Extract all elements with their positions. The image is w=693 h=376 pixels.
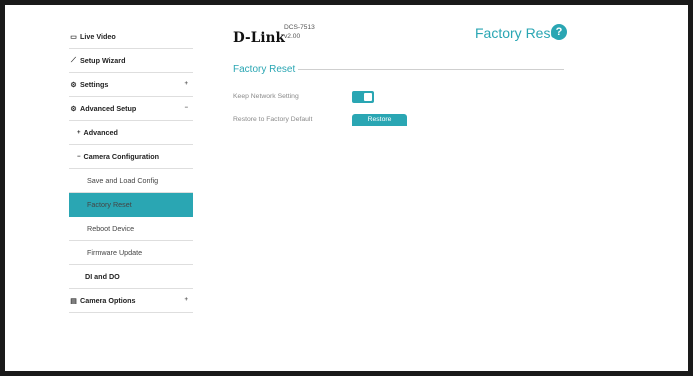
dlink-logo: D-Link	[233, 30, 285, 46]
model-name: DCS-7513	[284, 24, 315, 31]
keep-network-toggle[interactable]	[352, 91, 374, 103]
model-info: DCS-7513 v2.00	[284, 24, 315, 41]
collapse-icon[interactable]: −	[184, 105, 188, 111]
sidebar-item-live-video[interactable]: ▭ Live Video	[69, 25, 193, 49]
section-divider	[293, 69, 564, 70]
window-frame: ▭ Live Video ⟋ Setup Wizard ⚙ Settings +…	[0, 0, 693, 376]
collapse-icon: −	[77, 153, 81, 160]
sidebar-item-advanced-setup[interactable]: ⚙ Advanced Setup −	[69, 97, 193, 121]
sidebar-item-firmware-update[interactable]: Firmware Update	[69, 241, 193, 265]
sidebar-item-label: Firmware Update	[87, 248, 143, 257]
sidebar-item-save-load-config[interactable]: Save and Load Config	[69, 169, 193, 193]
sidebar-item-label: Save and Load Config	[87, 176, 159, 185]
sidebar-item-label: Camera Configuration	[83, 152, 159, 161]
expand-icon[interactable]: +	[184, 297, 188, 303]
sidebar-item-label: Setup Wizard	[80, 56, 126, 65]
sidebar-item-label: Reboot Device	[87, 224, 135, 233]
sidebar-item-advanced[interactable]: + Advanced	[69, 121, 193, 145]
gear-icon: ⚙	[70, 81, 77, 89]
firmware-version: v2.00	[284, 32, 301, 40]
section-title: Factory Reset	[233, 64, 299, 75]
sidebar-item-settings[interactable]: ⚙ Settings +	[69, 73, 193, 97]
sidebar-item-label: Factory Reset	[87, 200, 132, 209]
sidebar-item-label: DI and DO	[85, 272, 120, 281]
keep-network-label: Keep Network Setting	[233, 93, 299, 100]
sidebar-item-setup-wizard[interactable]: ⟋ Setup Wizard	[69, 49, 193, 73]
advanced-gear-icon: ⚙	[70, 105, 77, 113]
sidebar-item-label: Advanced	[83, 128, 118, 137]
restore-button[interactable]: Restore	[352, 114, 407, 126]
sidebar-item-di-do[interactable]: DI and DO	[69, 265, 193, 289]
expand-icon: +	[77, 129, 81, 136]
sidebar-item-camera-configuration[interactable]: − Camera Configuration	[69, 145, 193, 169]
restore-default-label: Restore to Factory Default	[233, 116, 313, 123]
page-title: Factory Reset	[475, 25, 563, 41]
sidebar-item-label: Settings	[80, 80, 109, 89]
video-icon: ▭	[70, 33, 77, 41]
sidebar-item-label: Live Video	[80, 32, 116, 41]
sidebar-item-factory-reset[interactable]: Factory Reset	[69, 193, 193, 217]
sidebar-item-camera-options[interactable]: ▤ Camera Options +	[69, 289, 193, 313]
sidebar-item-reboot-device[interactable]: Reboot Device	[69, 217, 193, 241]
sidebar-item-label: Advanced Setup	[80, 104, 137, 113]
help-icon[interactable]: ?	[551, 24, 567, 40]
sidebar-item-label: Camera Options	[80, 296, 136, 305]
sidebar: ▭ Live Video ⟋ Setup Wizard ⚙ Settings +…	[69, 25, 193, 313]
toggle-knob	[364, 93, 372, 101]
document-icon: ▤	[70, 297, 77, 305]
wizard-icon: ⟋	[71, 56, 76, 64]
expand-icon[interactable]: +	[184, 81, 188, 87]
